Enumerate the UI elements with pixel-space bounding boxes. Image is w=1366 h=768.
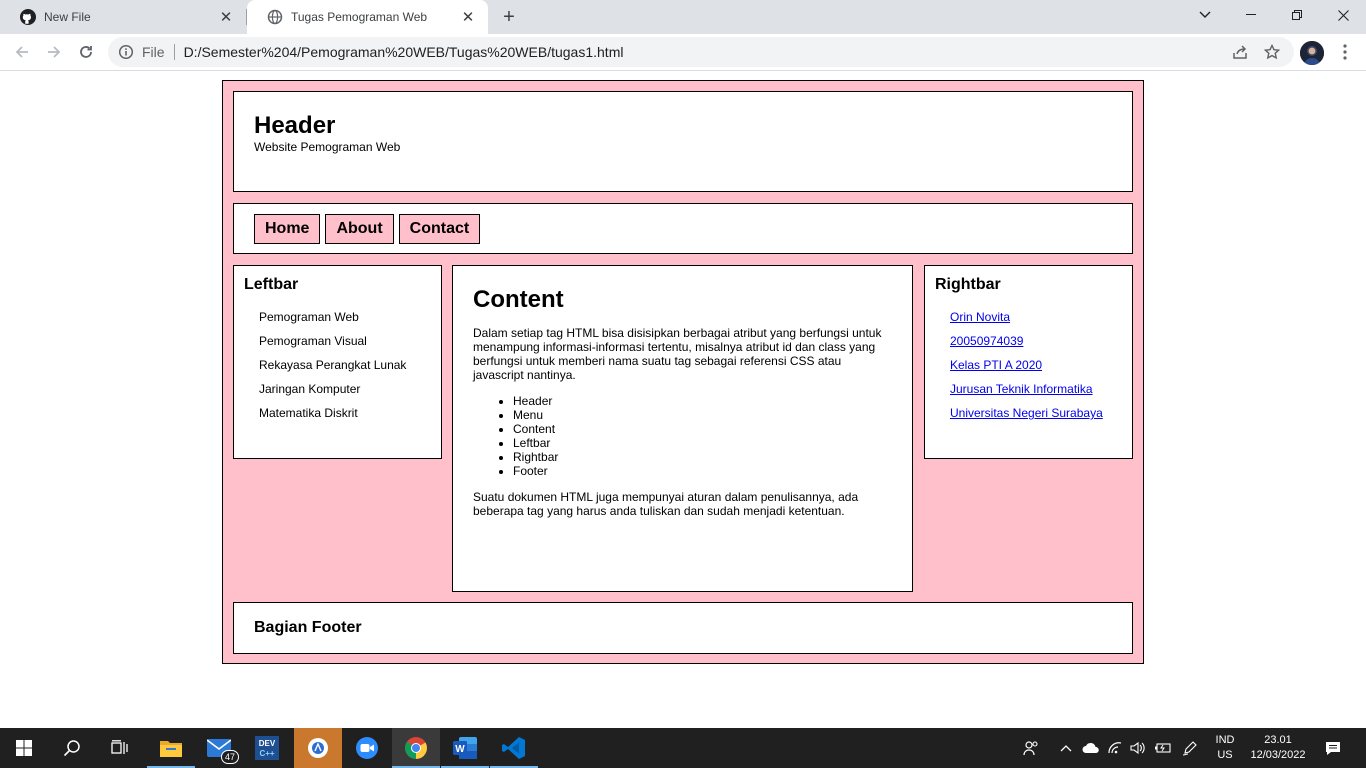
wifi-icon[interactable]	[1105, 738, 1125, 758]
rightbar-link-name[interactable]: Orin Novita	[950, 310, 1010, 324]
people-icon[interactable]	[1021, 738, 1041, 758]
browser-toolbar: File D:/Semester%204/Pemograman%20WEB/Tu…	[0, 34, 1366, 71]
tab-tugas-pemograman-web[interactable]: Tugas Pemograman Web ✕	[247, 0, 488, 34]
leftbar-title: Leftbar	[244, 276, 299, 293]
close-icon[interactable]: ✕	[216, 7, 236, 27]
leftbar-item: Matematika Diskrit	[259, 406, 358, 420]
divider	[173, 44, 175, 60]
globe-icon	[267, 9, 283, 25]
pen-icon[interactable]	[1180, 738, 1200, 758]
rightbar-item: Jurusan Teknik Informatika	[950, 382, 1122, 406]
content-section: Content Dalam setiap tag HTML bisa disis…	[452, 265, 913, 592]
svg-text:W: W	[455, 744, 465, 755]
content-list-item: Header	[513, 394, 892, 408]
word-icon[interactable]: W	[441, 728, 489, 768]
content-list-item: Leftbar	[513, 436, 892, 450]
reload-icon[interactable]	[74, 40, 98, 64]
content-paragraph-2: Suatu dokumen HTML juga mempunyai aturan…	[473, 490, 859, 518]
rightbar-item: Orin Novita	[950, 310, 1122, 334]
bookmark-star-icon[interactable]	[1260, 40, 1284, 64]
url-text[interactable]: D:/Semester%204/Pemograman%20WEB/Tugas%2…	[184, 44, 624, 60]
vscode-icon[interactable]	[490, 728, 538, 768]
mail-badge: 47	[221, 750, 239, 764]
leftbar-item: Pemograman Visual	[259, 334, 367, 348]
content-list-item: Content	[513, 422, 892, 436]
cloud-icon[interactable]	[1081, 738, 1101, 758]
tab-search-chevron-icon[interactable]	[1182, 0, 1228, 30]
leftbar-item: Rekayasa Perangkat Lunak	[259, 358, 407, 372]
rightbar-list: Orin Novita 20050974039 Kelas PTI A 2020…	[935, 310, 1122, 430]
language-bottom: US	[1217, 749, 1233, 761]
tab-title: New File	[44, 10, 91, 24]
back-arrow-icon[interactable]	[10, 40, 34, 64]
leftbar-item: Jaringan Komputer	[259, 382, 361, 396]
app-shortcut-icon[interactable]	[294, 728, 342, 768]
rightbar-link-nim[interactable]: 20050974039	[950, 334, 1023, 348]
file-explorer-icon[interactable]	[147, 728, 195, 768]
content-list-item: Footer	[513, 464, 892, 478]
volume-icon[interactable]	[1128, 738, 1148, 758]
zoom-icon[interactable]	[343, 728, 391, 768]
info-icon[interactable]	[118, 44, 134, 60]
language-indicator[interactable]: IND US	[1210, 733, 1240, 763]
tab-title: Tugas Pemograman Web	[291, 10, 428, 24]
leftbar-item: Pemograman Web	[259, 310, 359, 324]
content-list-item: Rightbar	[513, 450, 892, 464]
menu-link-contact[interactable]: Contact	[398, 214, 481, 244]
chrome-icon[interactable]	[392, 728, 440, 768]
dev-cpp-icon[interactable]: DEV C++	[243, 728, 291, 768]
search-icon[interactable]	[48, 728, 96, 768]
notification-icon[interactable]	[1323, 738, 1343, 758]
page-container: Header Website Pemograman Web Home About…	[222, 80, 1144, 664]
rightbar-title: Rightbar	[935, 276, 1001, 293]
windows-start-icon[interactable]	[0, 728, 48, 768]
new-tab-plus-icon[interactable]: +	[497, 5, 521, 29]
menu-link-home[interactable]: Home	[254, 214, 321, 244]
clock-date: 12/03/2022	[1250, 749, 1306, 761]
rightbar-section: Rightbar Orin Novita 20050974039 Kelas P…	[924, 265, 1133, 459]
forward-arrow-icon[interactable]	[42, 40, 66, 64]
url-scheme-label: File	[142, 44, 165, 60]
rightbar-item: 20050974039	[950, 334, 1122, 358]
leftbar-section: Leftbar Pemograman Web Pemograman Visual…	[233, 265, 442, 459]
rightbar-item: Kelas PTI A 2020	[950, 358, 1122, 382]
github-icon	[20, 9, 36, 25]
header-section: Header Website Pemograman Web	[233, 91, 1133, 192]
svg-text:DEV: DEV	[259, 739, 276, 748]
clock-time: 23.01	[1264, 734, 1292, 746]
taskbar: 47 DEV C++ W IND US 23.01 12/03/2022	[0, 728, 1366, 768]
content-list: Header Menu Content Leftbar Rightbar Foo…	[513, 394, 892, 478]
content-paragraph-1: Dalam setiap tag HTML bisa disisipkan be…	[473, 326, 882, 382]
rightbar-link-department[interactable]: Jurusan Teknik Informatika	[950, 382, 1093, 396]
window-close-icon[interactable]	[1320, 0, 1366, 30]
svg-text:C++: C++	[259, 749, 274, 758]
menu-section: Home About Contact	[233, 203, 1133, 254]
address-bar[interactable]: File D:/Semester%204/Pemograman%20WEB/Tu…	[108, 37, 1294, 67]
rightbar-link-class[interactable]: Kelas PTI A 2020	[950, 358, 1042, 372]
profile-avatar[interactable]	[1300, 41, 1324, 65]
footer-section: Bagian Footer	[233, 602, 1133, 654]
restore-icon[interactable]	[1274, 0, 1320, 30]
content-list-item: Menu	[513, 408, 892, 422]
mail-icon[interactable]: 47	[195, 728, 243, 768]
header-title: Header	[254, 112, 336, 139]
footer-title: Bagian Footer	[254, 619, 362, 636]
menu-link-about[interactable]: About	[325, 214, 394, 244]
minimize-icon[interactable]	[1228, 0, 1274, 30]
content-title: Content	[473, 286, 564, 313]
rightbar-link-university[interactable]: Universitas Negeri Surabaya	[950, 406, 1103, 420]
clock[interactable]: 23.01 12/03/2022	[1245, 733, 1311, 763]
tab-strip: New File ✕ Tugas Pemograman Web ✕ +	[0, 0, 1366, 34]
battery-icon[interactable]	[1153, 738, 1173, 758]
close-icon[interactable]: ✕	[458, 7, 478, 27]
tab-new-file[interactable]: New File ✕	[0, 0, 246, 34]
chevron-up-icon[interactable]	[1056, 738, 1076, 758]
rightbar-item: Universitas Negeri Surabaya	[950, 406, 1122, 430]
language-top: IND	[1215, 734, 1235, 746]
task-view-icon[interactable]	[96, 728, 144, 768]
share-icon[interactable]	[1228, 40, 1252, 64]
header-subtitle: Website Pemograman Web	[254, 140, 401, 154]
leftbar-list: Pemograman Web Pemograman Visual Rekayas…	[244, 310, 431, 430]
kebab-menu-icon[interactable]	[1333, 40, 1357, 64]
